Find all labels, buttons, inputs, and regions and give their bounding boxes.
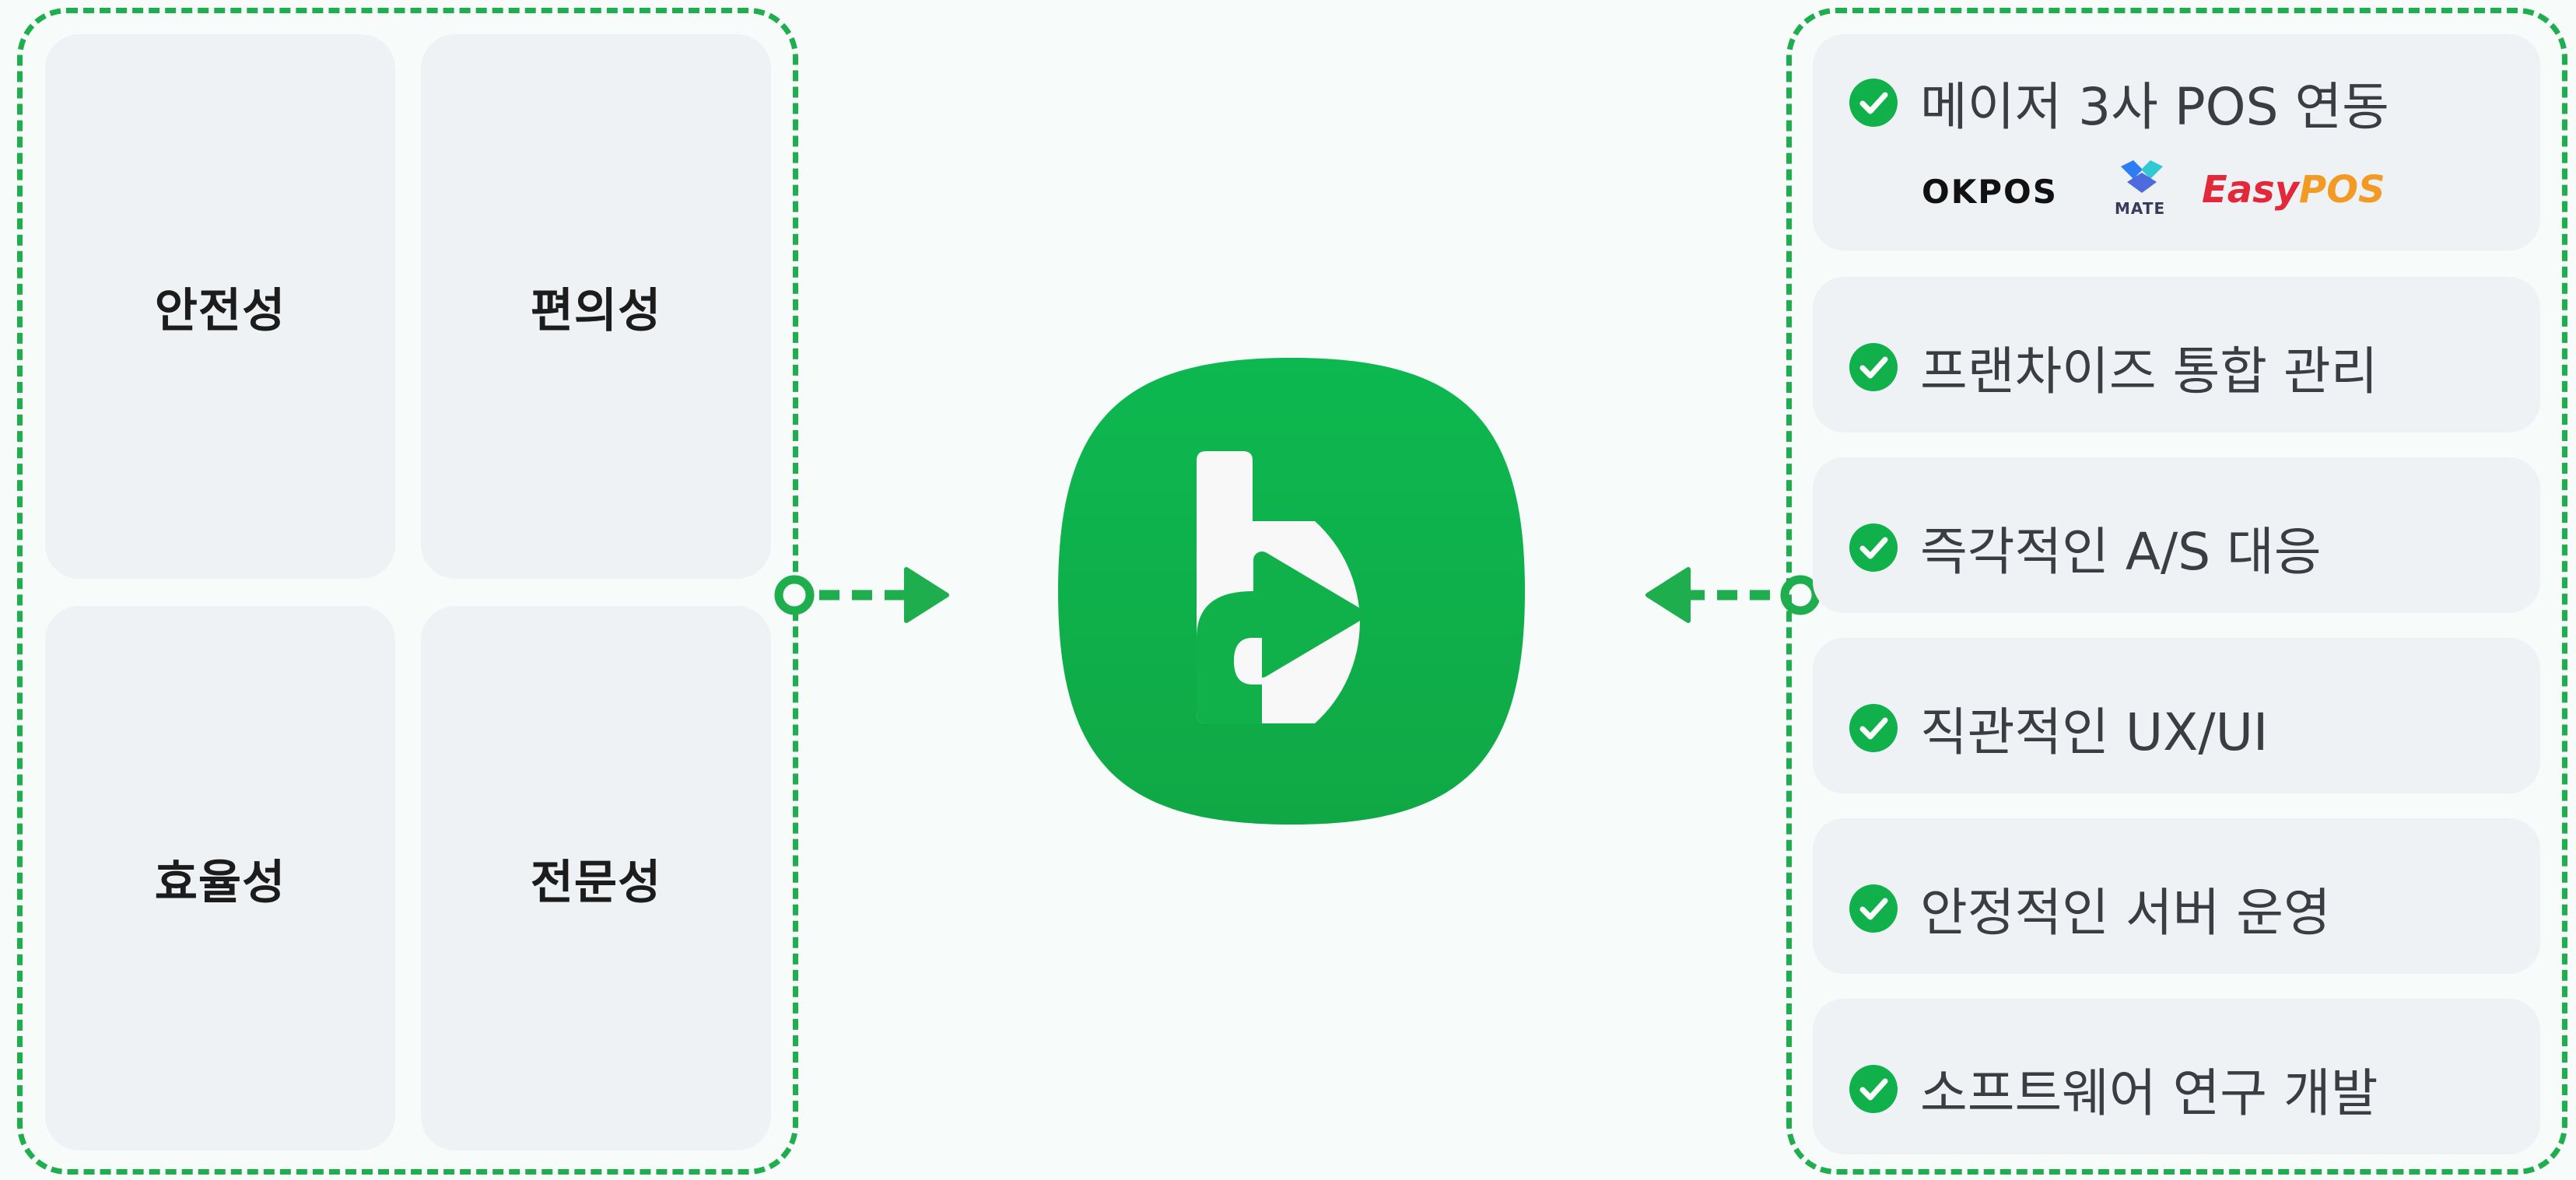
mate-logo-text: MATE — [2115, 199, 2166, 218]
feature-card-ux: 직관적인 UX/UI — [1813, 638, 2540, 793]
value-card-efficiency: 효율성 — [45, 606, 395, 1150]
arrow-right-icon — [904, 567, 949, 623]
feature-card-software: 소프트웨어 연구 개발 — [1813, 999, 2540, 1154]
pos-partner-logos: OKPOS MATE EasyPOS — [1922, 159, 2466, 229]
easypos-logo-pos: POS — [2299, 168, 2385, 212]
feature-card-server: 안정적인 서버 운영 — [1813, 818, 2540, 974]
check-circle-icon — [1849, 884, 1898, 933]
okpos-logo: OKPOS — [1922, 173, 2058, 211]
value-label-convenience: 편의성 — [530, 283, 662, 338]
feature-label-as-support: 즉각적인 A/S 대응 — [1920, 522, 2322, 582]
feature-label-server: 안정적인 서버 운영 — [1920, 883, 2331, 943]
value-card-expertise: 전문성 — [421, 606, 771, 1150]
check-circle-icon — [1849, 523, 1898, 572]
value-label-expertise: 전문성 — [530, 855, 662, 910]
feature-label-software: 소프트웨어 연구 개발 — [1920, 1063, 2378, 1123]
value-card-safety: 안전성 — [45, 34, 395, 579]
check-circle-icon — [1849, 704, 1898, 752]
feature-label-ux: 직관적인 UX/UI — [1920, 702, 2269, 762]
feature-card-as-support: 즉각적인 A/S 대응 — [1813, 457, 2540, 613]
mate-logo-mark-icon — [2121, 160, 2163, 193]
value-card-convenience: 편의성 — [421, 34, 771, 579]
easypos-logo-easy: Easy — [2202, 168, 2300, 212]
feature-label-franchise: 프랜차이즈 통합 관리 — [1920, 341, 2378, 401]
left-connector — [774, 567, 949, 623]
check-circle-icon — [1849, 343, 1898, 391]
connector-node-left — [774, 575, 815, 615]
easypos-logo: EasyPOS — [2202, 168, 2385, 212]
feature-card-franchise: 프랜차이즈 통합 관리 — [1813, 277, 2540, 432]
value-label-safety: 안전성 — [154, 283, 286, 338]
value-label-efficiency: 효율성 — [154, 855, 286, 910]
feature-label-pos-integration: 메이저 3사 POS 연동 — [1920, 77, 2389, 137]
arrow-left-icon — [1645, 567, 1691, 623]
check-circle-icon — [1849, 1065, 1898, 1113]
feature-card-pos-integration: 메이저 3사 POS 연동 OKPOS MATE EasyPOS — [1813, 34, 2540, 250]
check-circle-icon — [1849, 79, 1898, 127]
b-play-app-icon — [1058, 358, 1525, 825]
